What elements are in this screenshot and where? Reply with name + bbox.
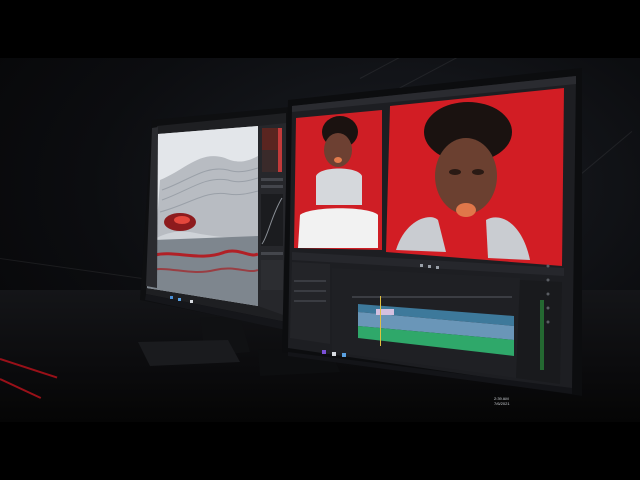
right-monitor: 2:39 AM 7/6/2021 xyxy=(282,68,582,406)
left-screen xyxy=(145,113,286,330)
portrait-preview-left xyxy=(294,110,382,250)
left-monitor-stand xyxy=(138,316,250,366)
portrait-preview-right xyxy=(386,88,564,266)
taskbar-date: 7/6/2021 xyxy=(494,401,510,406)
letterbox-bottom xyxy=(0,422,640,480)
letterbox-top xyxy=(0,0,640,58)
left-monitor xyxy=(140,107,290,330)
photo-scene: 2:39 AM 7/6/2021 xyxy=(0,58,640,422)
